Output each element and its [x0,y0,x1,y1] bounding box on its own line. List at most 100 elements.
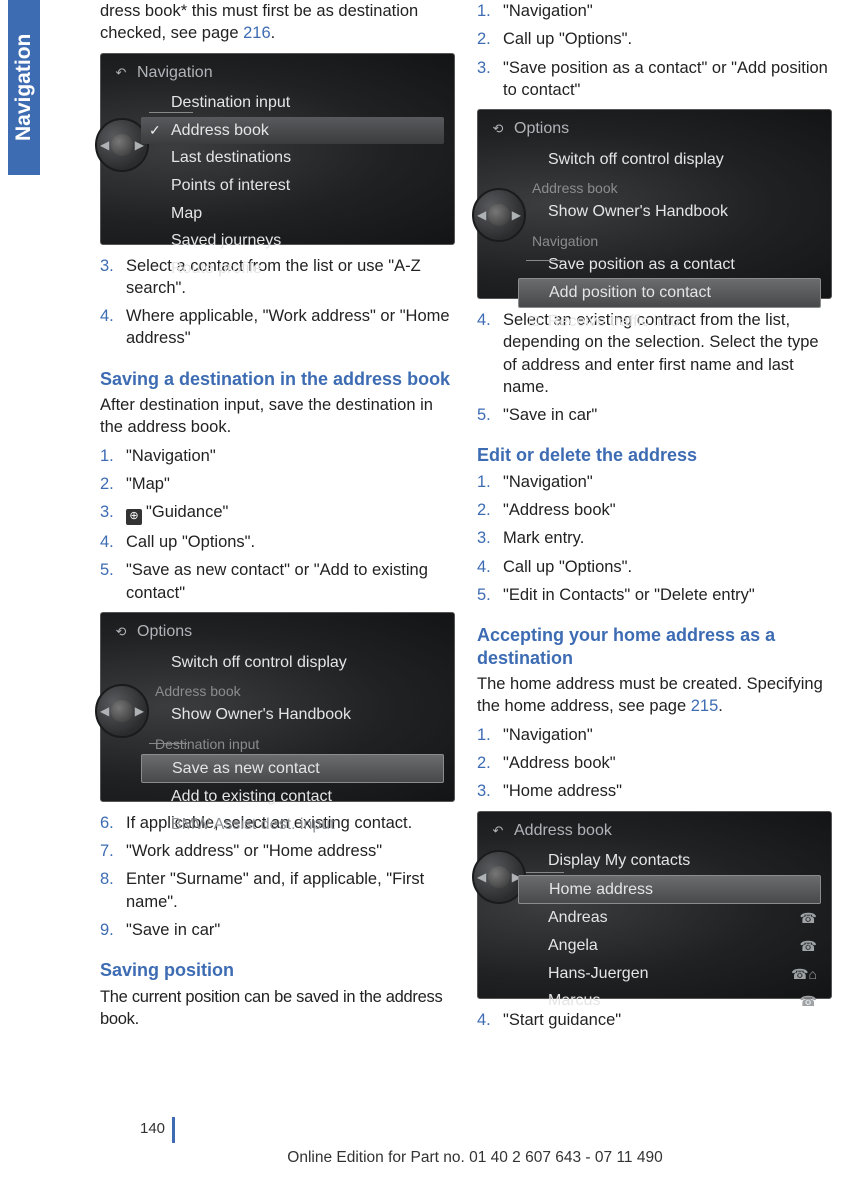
figure-header: ↶ Address book [478,818,831,848]
pointer-line [149,112,193,113]
menu-item: Destination input [141,89,454,117]
list-text: "Navigation" [503,0,832,22]
figure-title: Navigation [137,62,213,84]
left-column: dress book* this must first be as destin… [100,0,455,1037]
list-text: "Address book" [503,499,832,521]
figure-header: ⟲ Options [478,116,831,146]
list-number: 5. [477,404,503,426]
menu-item-selected: Add position to contact [518,278,821,308]
list-number: 9. [100,919,126,941]
list-text: Enter "Surname" and, if applicable, "Fir… [126,868,455,913]
list-text: Call up "Options". [503,556,832,578]
list-text: Mark entry. [503,527,832,549]
list-text: "Save as new contact" or "Add to existin… [126,559,455,604]
check-icon: ✓ [149,121,161,140]
phone-icon: ☎ [800,992,817,1011]
menu-item: Switch off control display [518,146,831,174]
page-number-bar [172,1117,175,1143]
menu-item: Andreas ☎ [518,904,831,932]
figure-title: Options [137,621,192,643]
section-label: Address book [141,676,454,701]
list-number: 3. [477,780,503,802]
right-column: 1."Navigation" 2.Call up "Options". 3."S… [477,0,832,1037]
menu-item: Switch off control display [141,649,454,677]
menu-item: Hans-Juergen ☎⌂ [518,960,831,988]
menu-item: Display My contacts [518,847,831,875]
menu-item: Add to existing contact [141,783,454,811]
menu-item: Points of interest [141,172,454,200]
menu-item-label: Hans-Juergen [548,965,649,982]
menu-item: ☑Receive traffic info [518,308,831,336]
figure-options-menu-1: ◀▶ ⟲ Options Switch off control display … [100,612,455,802]
page-link-215[interactable]: 215 [691,697,719,715]
back-arrow-icon: ↶ [490,822,506,838]
menu-item: Show Owner's Handbook [141,701,454,729]
list-text: ⊕"Guidance" [126,501,455,525]
list-number: 1. [477,0,503,22]
list-number: 4. [100,305,126,350]
heading-saving-destination: Saving a destination in the address book [100,368,455,391]
list-number: 4. [100,531,126,553]
steps-saving-position: 1."Navigation" 2.Call up "Options". 3."S… [477,0,832,101]
steps-saving-destination: 1."Navigation" 2."Map" 3.⊕"Guidance" 4.C… [100,445,455,604]
pointer-line [149,743,187,744]
figure-list: Switch off control display Address book … [478,146,831,336]
menu-item: Show Owner's Handbook [518,198,831,226]
phone-icon: ☎ [800,937,817,956]
page-content: dress book* this must first be as destin… [100,0,850,1037]
steps-home-address: 1."Navigation" 2."Address book" 3."Home … [477,724,832,803]
menu-item: Save position as a contact [518,251,831,279]
steps-edit-delete: 1."Navigation" 2."Address book" 3.Mark e… [477,471,832,606]
list-number: 5. [477,584,503,606]
paragraph: After destination input, save the destin… [100,394,455,439]
list-text: "Edit in Contacts" or "Delete entry" [503,584,832,606]
side-tab-navigation: Navigation [8,0,40,175]
menu-item-label: Andreas [548,909,608,926]
list-number: 8. [100,868,126,913]
options-icon: ⟲ [113,624,129,640]
footer-text: Online Edition for Part no. 01 40 2 607 … [100,1149,850,1167]
list-number: 2. [477,752,503,774]
footer: Online Edition for Part no. 01 40 2 607 … [100,1143,850,1167]
pointer-line [526,260,564,261]
list-text: "Save position as a contact" or "Add pos… [503,57,832,102]
list-number: 2. [100,473,126,495]
list-text: "Save in car" [126,919,455,941]
list-text: "Home address" [503,780,832,802]
figure-header: ↶ Navigation [101,60,454,90]
paragraph-text: The home address must be created. Specif… [477,675,823,715]
figure-address-book: ◀▶ ↶ Address book Display My contacts Ho… [477,811,832,999]
phone-icon: ☎ [800,909,817,928]
list-text: Where applicable, "Work address" or "Hom… [126,305,455,350]
list-number: 1. [477,471,503,493]
menu-item-label: Marcus [548,992,600,1009]
paragraph: The home address must be created. Specif… [477,673,832,718]
list-text: "Map" [126,473,455,495]
list-number: 3. [477,527,503,549]
section-label: Navigation [518,226,831,251]
heading-saving-position: Saving position [100,959,455,982]
menu-item-selected: Save as new contact [141,754,444,784]
pointer-line [526,872,564,873]
back-arrow-icon: ↶ [113,64,129,80]
list-text: "Navigation" [503,724,832,746]
heading-home-address: Accepting your home address as a destina… [477,624,832,669]
menu-item-label: Address book [171,122,269,139]
menu-item: Angela☎ [518,932,831,960]
list-text: "Save in car" [503,404,832,426]
phone-home-icon: ☎⌂ [791,965,817,984]
list-text: "Navigation" [126,445,455,467]
list-number: 2. [477,499,503,521]
menu-item: Saved journeys [141,227,454,255]
list-number: 5. [100,559,126,604]
list-text-inner: "Guidance" [146,503,228,521]
figure-title: Address book [514,820,612,842]
menu-item-disabled: BMW Assist dest. input [141,811,454,839]
list-text: "Work address" or "Home address" [126,840,455,862]
list-number: 4. [477,556,503,578]
list-number: 3. [100,501,126,525]
section-label: Address book [518,173,831,198]
page-link-216[interactable]: 216 [243,24,271,42]
paragraph: The current position can be saved in the… [100,986,455,1031]
list-text: "Address book" [503,752,832,774]
